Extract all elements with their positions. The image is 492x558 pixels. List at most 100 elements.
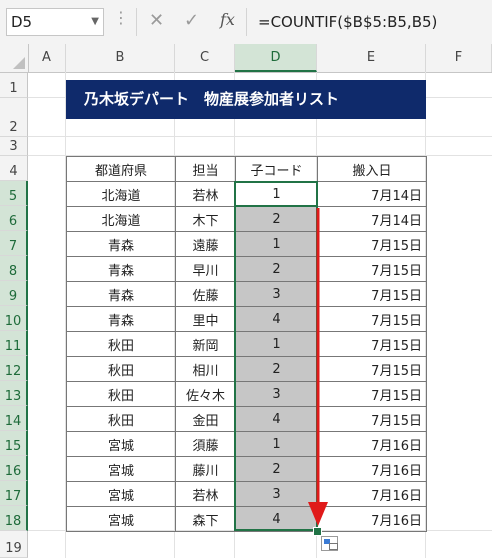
row-header[interactable]: 2: [0, 98, 28, 137]
gridline: [28, 136, 492, 137]
cell-prefecture[interactable]: 青森: [66, 231, 176, 257]
row-header[interactable]: 14: [0, 406, 28, 431]
row-header[interactable]: 19: [0, 531, 28, 558]
row-number: 11: [4, 339, 22, 354]
row-number: 19: [5, 541, 22, 556]
column-header-c[interactable]: C: [175, 44, 235, 72]
cell-prefecture[interactable]: 青森: [66, 281, 176, 307]
cell-staff[interactable]: 遠藤: [175, 231, 236, 257]
column-header-e[interactable]: E: [317, 44, 426, 72]
cell-staff[interactable]: 新岡: [175, 331, 236, 357]
cell-delivery-date[interactable]: 7月15日: [317, 331, 427, 357]
row-number: 15: [4, 439, 22, 454]
cell-staff[interactable]: 金田: [175, 406, 236, 432]
cell-delivery-date[interactable]: 7月16日: [317, 481, 427, 507]
row-header[interactable]: 1: [0, 73, 28, 98]
header-prefecture[interactable]: 都道府県: [66, 156, 176, 182]
cell-delivery-date[interactable]: 7月16日: [317, 506, 427, 532]
cell-staff[interactable]: 藤川: [175, 456, 236, 482]
cell-delivery-date[interactable]: 7月14日: [317, 181, 427, 207]
cell-staff[interactable]: 森下: [175, 506, 236, 532]
header-delivery-date[interactable]: 搬入日: [317, 156, 427, 182]
row-header[interactable]: 15: [0, 431, 28, 456]
cell-prefecture[interactable]: 秋田: [66, 331, 176, 357]
row-number: 5: [8, 189, 18, 204]
cell-staff[interactable]: 早川: [175, 256, 236, 282]
row-header[interactable]: 13: [0, 381, 28, 406]
row-number: 16: [4, 464, 22, 479]
cell-prefecture[interactable]: 宮城: [66, 481, 176, 507]
header-staff[interactable]: 担当: [175, 156, 236, 182]
column-headers: A B C D E F: [0, 44, 492, 73]
cell-staff[interactable]: 相川: [175, 356, 236, 382]
row-number: 17: [4, 489, 22, 504]
cancel-icon[interactable]: ✕: [149, 10, 164, 31]
cell-prefecture[interactable]: 青森: [66, 256, 176, 282]
cell-delivery-date[interactable]: 7月15日: [317, 356, 427, 382]
row-number: 10: [4, 314, 22, 329]
row-number: 3: [9, 139, 18, 154]
column-header-a[interactable]: A: [28, 44, 66, 72]
cell-delivery-date[interactable]: 7月15日: [317, 306, 427, 332]
cell-staff[interactable]: 木下: [175, 206, 236, 232]
down-arrow-icon: [308, 208, 328, 526]
row-header[interactable]: 4: [0, 156, 28, 181]
cell-prefecture[interactable]: 北海道: [66, 206, 176, 232]
formula-bar: D5 ▼ ⋮ ✕ ✓ fx =COUNTIF($B$5:B5,B5): [0, 0, 492, 45]
row-header[interactable]: 12: [0, 356, 28, 381]
cell-delivery-date[interactable]: 7月15日: [317, 231, 427, 257]
column-header-d[interactable]: D: [235, 44, 317, 72]
formula-input[interactable]: =COUNTIF($B$5:B5,B5): [258, 8, 492, 36]
table-header-row: 都道府県 担当 子コード 搬入日: [66, 156, 427, 182]
cell-staff[interactable]: 若林: [175, 481, 236, 507]
cell-delivery-date[interactable]: 7月15日: [317, 281, 427, 307]
row-header[interactable]: 3: [0, 137, 28, 156]
cell-prefecture[interactable]: 秋田: [66, 406, 176, 432]
insert-function-icon[interactable]: fx: [220, 10, 235, 29]
auto-fill-options-icon[interactable]: [321, 536, 338, 551]
name-box[interactable]: D5 ▼: [6, 8, 104, 36]
row-header[interactable]: 9: [0, 281, 28, 306]
arrow-head: [308, 502, 328, 526]
row-header[interactable]: 10: [0, 306, 28, 331]
row-number: 13: [4, 389, 22, 404]
row-header[interactable]: 6: [0, 206, 28, 231]
row-header[interactable]: 17: [0, 481, 28, 506]
cell-delivery-date[interactable]: 7月14日: [317, 206, 427, 232]
cell-prefecture[interactable]: 宮城: [66, 506, 176, 532]
row-header[interactable]: 16: [0, 456, 28, 481]
row-header[interactable]: 7: [0, 231, 28, 256]
cell-delivery-date[interactable]: 7月16日: [317, 431, 427, 457]
cell-delivery-date[interactable]: 7月15日: [317, 256, 427, 282]
fill-handle[interactable]: [313, 527, 322, 536]
cell-prefecture[interactable]: 秋田: [66, 381, 176, 407]
row-header[interactable]: 11: [0, 331, 28, 356]
chevron-down-icon[interactable]: ▼: [91, 9, 99, 35]
cell-staff[interactable]: 須藤: [175, 431, 236, 457]
cell-delivery-date[interactable]: 7月16日: [317, 456, 427, 482]
cell-prefecture[interactable]: 宮城: [66, 431, 176, 457]
cell-staff[interactable]: 佐藤: [175, 281, 236, 307]
column-header-b[interactable]: B: [66, 44, 175, 72]
enter-icon[interactable]: ✓: [184, 10, 199, 31]
cell-staff[interactable]: 佐々木: [175, 381, 236, 407]
column-header-f[interactable]: F: [426, 44, 492, 72]
row-header[interactable]: 5: [0, 181, 28, 206]
row-header[interactable]: 18: [0, 506, 28, 531]
cell-delivery-date[interactable]: 7月15日: [317, 381, 427, 407]
cell-prefecture[interactable]: 宮城: [66, 456, 176, 482]
select-all-button[interactable]: [0, 44, 29, 72]
cell-staff[interactable]: 若林: [175, 181, 236, 207]
cell-staff[interactable]: 里中: [175, 306, 236, 332]
row-number: 14: [4, 414, 22, 429]
sheet-title[interactable]: 乃木坂デパート 物産展参加者リスト: [66, 80, 426, 119]
cell-prefecture[interactable]: 青森: [66, 306, 176, 332]
cell-delivery-date[interactable]: 7月15日: [317, 406, 427, 432]
cell-prefecture[interactable]: 北海道: [66, 181, 176, 207]
cell-prefecture[interactable]: 秋田: [66, 356, 176, 382]
header-child-code[interactable]: 子コード: [235, 156, 318, 182]
row-header[interactable]: 8: [0, 256, 28, 281]
divider: [136, 8, 137, 36]
row-number: 18: [4, 514, 22, 529]
active-cell: [234, 181, 318, 207]
